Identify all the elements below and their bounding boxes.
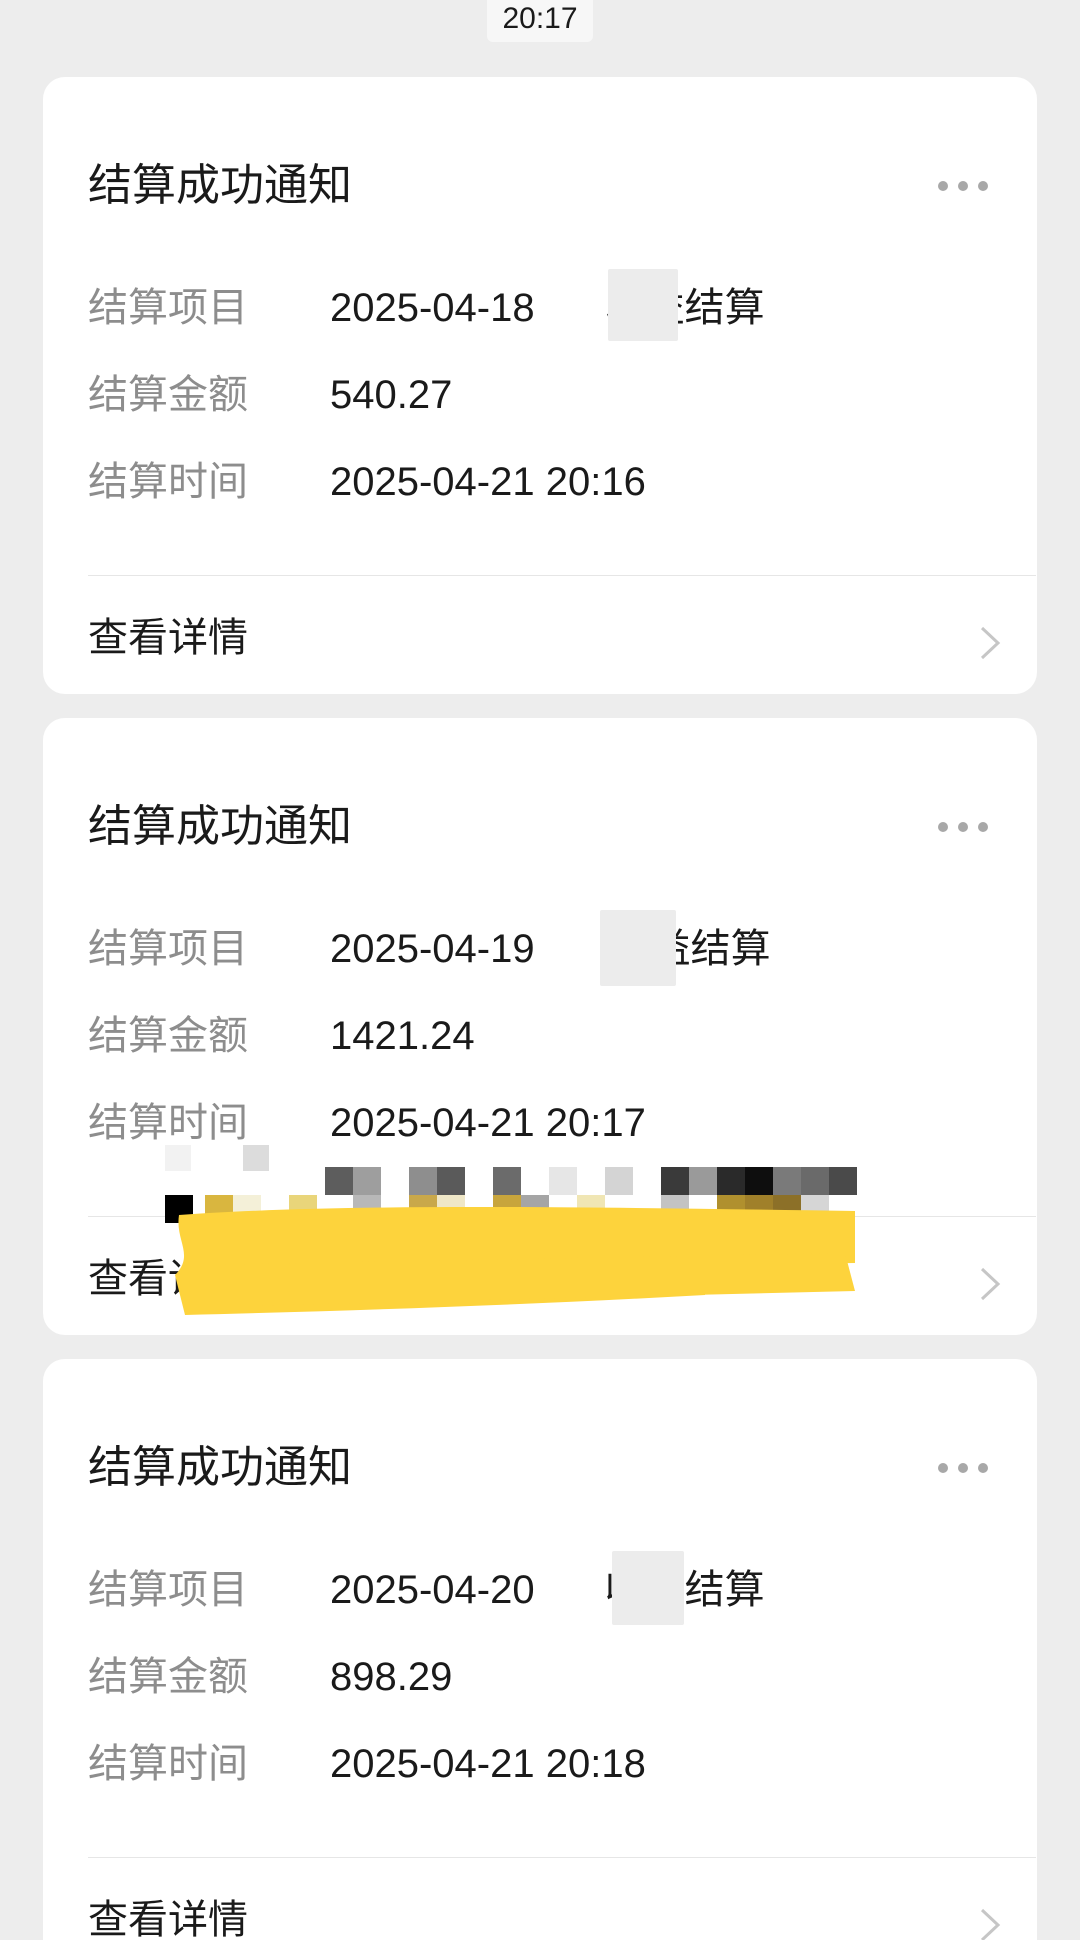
divider: [88, 1216, 1036, 1217]
settlement-notification-card: 结算成功通知 结算项目 2025-04-19 收益结算 结算金额 1421.24 …: [43, 718, 1037, 1335]
amount-label: 结算金额: [88, 372, 248, 418]
amount-field: 结算金额 540.27: [88, 370, 1008, 420]
project-value: 2025-04-20 收益结算: [330, 1565, 765, 1615]
amount-value: 1421.24: [330, 1014, 475, 1058]
project-value: 2025-04-18 收益结算: [330, 283, 765, 333]
time-field: 结算时间 2025-04-21 20:17: [88, 1098, 1008, 1148]
time-value: 2025-04-21 20:16: [330, 460, 646, 504]
settlement-notification-card: 结算成功通知 结算项目 2025-04-20 收益结算 结算金额 898.29 结…: [43, 1359, 1037, 1940]
more-dots-icon[interactable]: [935, 814, 991, 840]
project-date: 2025-04-19: [330, 927, 535, 971]
amount-label: 结算金额: [88, 1013, 248, 1059]
amount-field: 结算金额 898.29: [88, 1652, 1008, 1702]
view-details-label: 查看详情: [88, 1256, 248, 1302]
project-date: 2025-04-18: [330, 286, 535, 330]
project-field: 结算项目 2025-04-20 收益结算: [88, 1551, 1008, 1625]
more-dots-icon[interactable]: [935, 1455, 991, 1481]
chevron-right-icon: [980, 1267, 1001, 1301]
time-label: 结算时间: [88, 459, 248, 505]
view-details-row[interactable]: 查看详情: [43, 1223, 1037, 1302]
redaction-block: [608, 269, 678, 341]
redaction-block: [612, 1551, 684, 1625]
chat-screen: 20:17 结算成功通知 结算项目 2025-04-18 收益结算 结算金额 54…: [0, 0, 1080, 1940]
project-value: 2025-04-19 收益结算: [330, 924, 771, 974]
project-label: 结算项目: [88, 926, 248, 972]
time-field: 结算时间 2025-04-21 20:18: [88, 1739, 1008, 1789]
chevron-right-icon: [980, 626, 1001, 660]
project-date: 2025-04-20: [330, 1568, 535, 1612]
divider: [88, 1857, 1036, 1858]
redaction-block: [600, 910, 676, 986]
project-label: 结算项目: [88, 285, 248, 331]
time-field: 结算时间 2025-04-21 20:16: [88, 457, 1008, 507]
card-title: 结算成功通知: [88, 1442, 352, 1493]
project-field: 结算项目 2025-04-19 收益结算: [88, 910, 1008, 986]
card-title: 结算成功通知: [88, 160, 352, 211]
message-timestamp: 20:17: [487, 0, 593, 42]
view-details-label: 查看详情: [88, 615, 248, 661]
view-details-row[interactable]: 查看详情: [43, 1864, 1037, 1940]
chevron-right-icon: [980, 1908, 1001, 1940]
time-value: 2025-04-21 20:17: [330, 1101, 646, 1145]
amount-label: 结算金额: [88, 1654, 248, 1700]
amount-field: 结算金额 1421.24: [88, 1011, 1008, 1061]
amount-value: 540.27: [330, 373, 453, 417]
amount-value: 898.29: [330, 1655, 453, 1699]
settlement-notification-card: 结算成功通知 结算项目 2025-04-18 收益结算 结算金额 540.27 结…: [43, 77, 1037, 694]
project-label: 结算项目: [88, 1567, 248, 1613]
card-title: 结算成功通知: [88, 801, 352, 852]
more-dots-icon[interactable]: [935, 173, 991, 199]
view-details-row[interactable]: 查看详情: [43, 582, 1037, 661]
divider: [88, 575, 1036, 576]
time-value: 2025-04-21 20:18: [330, 1742, 646, 1786]
time-label: 结算时间: [88, 1100, 248, 1146]
view-details-label: 查看详情: [88, 1897, 248, 1940]
time-label: 结算时间: [88, 1741, 248, 1787]
project-field: 结算项目 2025-04-18 收益结算: [88, 269, 1008, 341]
